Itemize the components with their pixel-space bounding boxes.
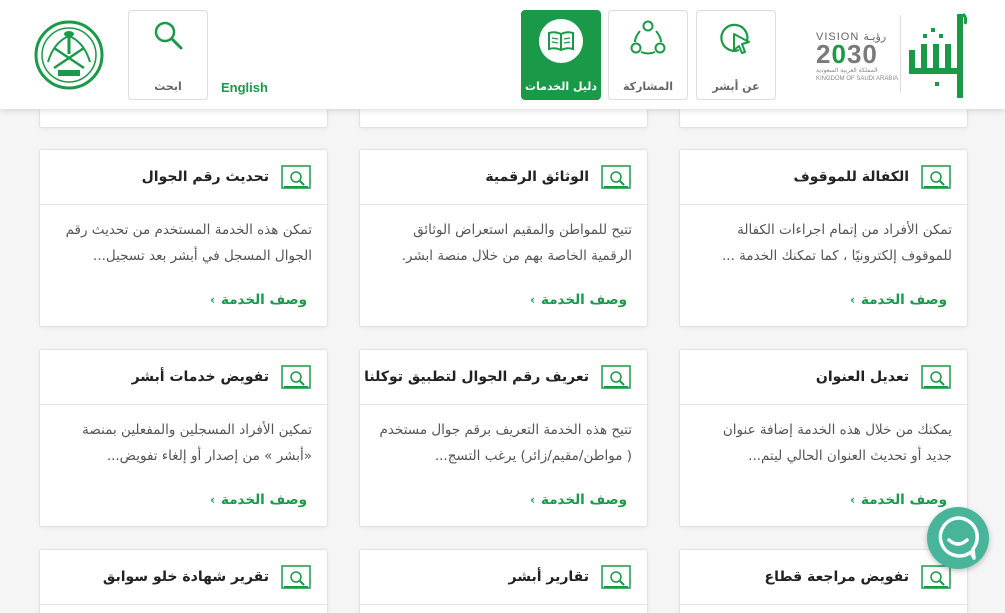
- service-search-icon: [281, 164, 311, 189]
- service-search-icon: [601, 364, 631, 389]
- chevron-left-icon: ›: [210, 493, 216, 507]
- cursor-pointer-icon: [720, 23, 750, 54]
- search-label: ابحث: [154, 80, 182, 93]
- service-description-link[interactable]: وصف الخدمة›: [850, 492, 947, 508]
- vision-subtitle-ar: المملكة العربية السعودية: [816, 67, 878, 74]
- absher-logo-icon[interactable]: [905, 10, 968, 100]
- card-description: تمكن الأفراد من إتمام اجراءات الكفالة لل…: [721, 222, 952, 264]
- nav-services-guide[interactable]: دليل الخدمات: [521, 10, 601, 100]
- service-search-icon: [921, 564, 951, 589]
- share-nodes-icon: [630, 20, 666, 55]
- card-description: تتيح للمواطن والمقيم استعراض الوثائق الر…: [401, 222, 632, 264]
- service-card: تقرير شهادة خلو سوابق: [39, 549, 328, 613]
- card-header: الكفالة للموقوف: [680, 150, 967, 205]
- card-description: تمكين الأفراد المسجلين والمفعلين بمنصة «…: [82, 422, 312, 464]
- vision-subtitle-en: KINGDOM OF SAUDI ARABIA: [816, 76, 899, 82]
- card-header: تفويض خدمات أبشر: [40, 350, 327, 405]
- card-title: تفويض خدمات أبشر: [131, 369, 269, 385]
- card-title: تقارير أبشر: [508, 569, 590, 585]
- service-card: الوثائق الرقمية تتيح للمواطن والمقيم است…: [359, 149, 648, 327]
- card-description: تمكن هذه الخدمة المستخدم من تحديث رقم ال…: [65, 222, 312, 264]
- service-description-link[interactable]: وصف الخدمة›: [530, 292, 627, 308]
- service-card-partial: [39, 108, 328, 128]
- card-header: تعريف رقم الجوال لتطبيق توكلنا: [360, 350, 647, 405]
- service-description-link[interactable]: وصف الخدمة›: [530, 492, 627, 508]
- service-card: تعريف رقم الجوال لتطبيق توكلنا تتيح هذه …: [359, 349, 648, 527]
- card-title: تفويض مراجعة قطاع: [764, 569, 910, 585]
- service-card-partial: [679, 108, 968, 128]
- card-title: الوثائق الرقمية: [485, 169, 589, 185]
- chevron-left-icon: ›: [210, 293, 216, 307]
- service-description-link[interactable]: وصف الخدمة›: [210, 492, 307, 508]
- nav-about-label: عن أبشر: [712, 80, 760, 93]
- service-description-link[interactable]: وصف الخدمة›: [210, 292, 307, 308]
- chevron-left-icon: ›: [530, 493, 536, 507]
- service-search-icon: [281, 564, 311, 589]
- nav-participation-label: المشاركة: [623, 80, 673, 93]
- card-description: يمكنك من خلال هذه الخدمة إضافة عنوان جدي…: [722, 422, 952, 464]
- card-header: تعديل العنوان: [680, 350, 967, 405]
- service-card: تقارير أبشر: [359, 549, 648, 613]
- card-title: تحديث رقم الجوال: [141, 169, 269, 185]
- card-header: تقرير شهادة خلو سوابق: [40, 550, 327, 605]
- service-search-icon: [601, 164, 631, 189]
- card-description: تتيح هذه الخدمة التعريف برقم جوال مستخدم…: [379, 422, 632, 464]
- service-search-icon: [921, 364, 951, 389]
- service-card: تعديل العنوان يمكنك من خلال هذه الخدمة إ…: [679, 349, 968, 527]
- vision-2030-logo: VISION رؤيـة 2030 المملكة العربية السعود…: [816, 30, 898, 86]
- card-header: تفويض مراجعة قطاع: [680, 550, 967, 605]
- card-header: تحديث رقم الجوال: [40, 150, 327, 205]
- service-card-partial: [359, 108, 648, 128]
- service-card: تحديث رقم الجوال تمكن هذه الخدمة المستخد…: [39, 149, 328, 327]
- card-title: تعريف رقم الجوال لتطبيق توكلنا: [364, 369, 589, 385]
- chevron-left-icon: ›: [850, 493, 856, 507]
- service-search-icon: [921, 164, 951, 189]
- card-header: تقارير أبشر: [360, 550, 647, 605]
- chevron-left-icon: ›: [530, 293, 536, 307]
- language-switch-link[interactable]: English: [221, 80, 268, 95]
- service-search-icon: [281, 364, 311, 389]
- chevron-left-icon: ›: [850, 293, 856, 307]
- ministry-emblem-icon[interactable]: [34, 20, 104, 90]
- vision-year: 2030: [816, 39, 878, 69]
- chat-bubble-icon: [938, 516, 979, 560]
- nav-participation[interactable]: المشاركة: [608, 10, 688, 100]
- nav-about-absher[interactable]: عن أبشر: [696, 10, 776, 100]
- chat-assistant-button[interactable]: [927, 507, 989, 569]
- card-title: تقرير شهادة خلو سوابق: [102, 569, 269, 585]
- site-header: ابحث English دليل الخدمات المشاركة عن أب…: [0, 0, 1005, 109]
- service-card: الكفالة للموقوف تمكن الأفراد من إتمام اج…: [679, 149, 968, 327]
- card-title: الكفالة للموقوف: [793, 169, 910, 185]
- book-icon: [539, 19, 583, 63]
- service-description-link[interactable]: وصف الخدمة›: [850, 292, 947, 308]
- nav-services-guide-label: دليل الخدمات: [524, 80, 598, 93]
- search-icon: [154, 21, 183, 50]
- service-card: تفويض مراجعة قطاع: [679, 549, 968, 613]
- card-title: تعديل العنوان: [815, 369, 909, 385]
- card-header: الوثائق الرقمية: [360, 150, 647, 205]
- header-divider: [900, 15, 901, 93]
- service-card: تفويض خدمات أبشر تمكين الأفراد المسجلين …: [39, 349, 328, 527]
- search-button[interactable]: ابحث: [128, 10, 208, 100]
- service-search-icon: [601, 564, 631, 589]
